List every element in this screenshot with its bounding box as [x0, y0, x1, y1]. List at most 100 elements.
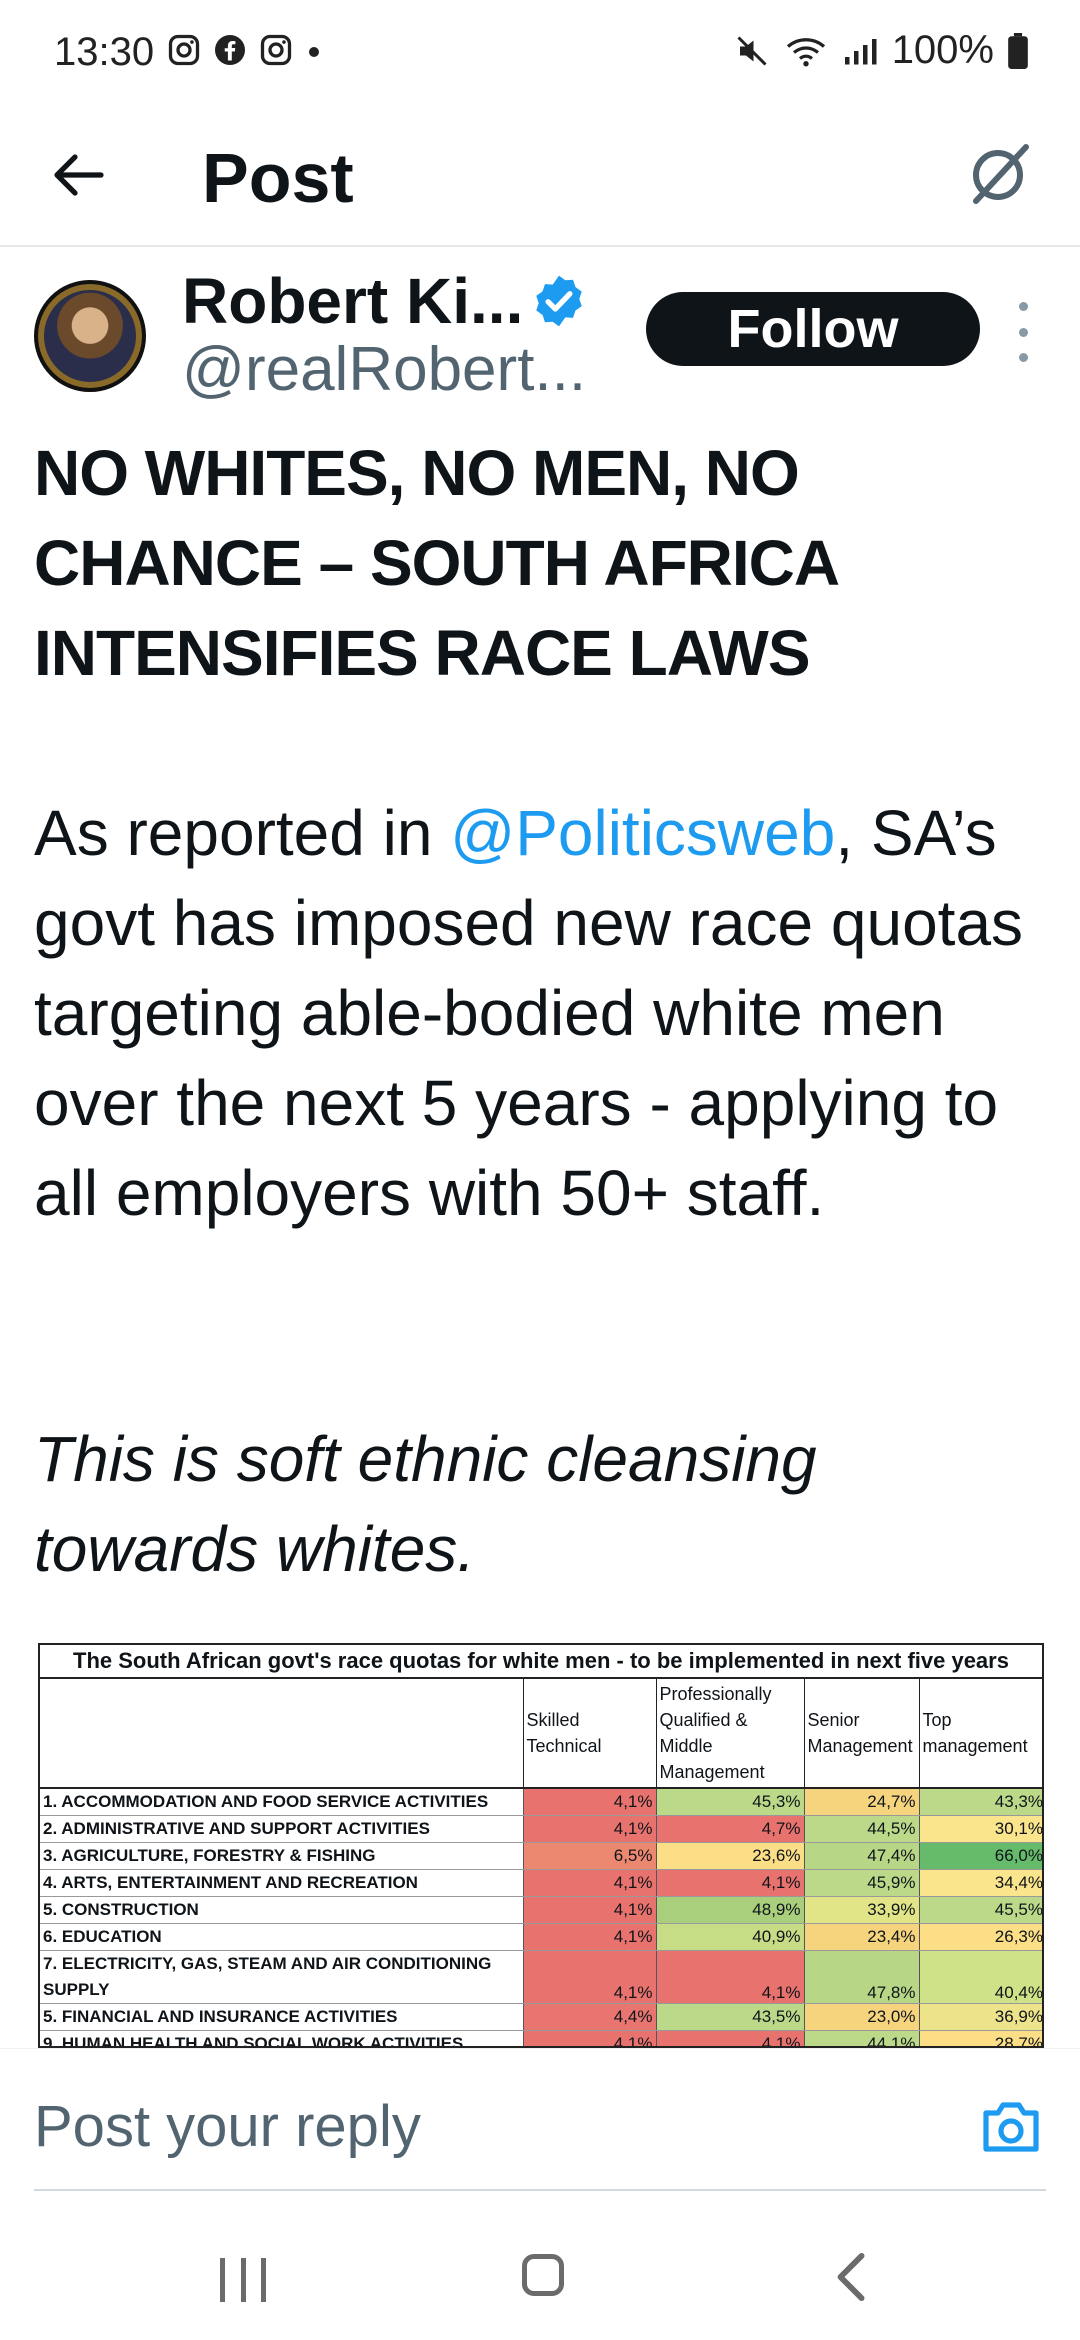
quota-cell: 23,4% — [803, 1923, 919, 1951]
post-header: Post — [0, 110, 1080, 247]
sector-label: 5. FINANCIAL AND INSURANCE ACTIVITIES — [40, 2003, 523, 2031]
quota-cell: 24,7% — [803, 1788, 919, 1816]
sector-label: 1. ACCOMMODATION AND FOOD SERVICE ACTIVI… — [40, 1788, 523, 1816]
author-handle[interactable]: @realRobert... — [182, 334, 586, 405]
sector-label: 9. HUMAN HEALTH AND SOCIAL WORK ACTIVITI… — [40, 2030, 523, 2046]
quota-cell: 40,9% — [655, 1923, 804, 1951]
table-body: 1. ACCOMMODATION AND FOOD SERVICE ACTIVI… — [40, 1788, 1042, 2046]
quota-cell: 4,1% — [522, 2030, 656, 2046]
quota-cell: 26,3% — [918, 1923, 1042, 1951]
status-time: 13:30 — [54, 30, 155, 74]
post-body-text: As reported in — [34, 797, 451, 869]
post-body: As reported in @Politicsweb, SA’s govt h… — [34, 788, 1054, 1238]
column-header: Skilled Technical — [522, 1679, 656, 1788]
mention-link[interactable]: @Politicsweb — [450, 797, 835, 869]
quota-cell: 45,9% — [803, 1869, 919, 1897]
quota-cell: 4,1% — [655, 1869, 804, 1897]
mute-icon — [737, 35, 767, 66]
quota-table: Skilled Technical Professionally Qualifi… — [40, 1679, 1042, 2046]
instagram-icon — [168, 34, 200, 66]
verified-badge-icon — [536, 275, 582, 327]
quota-cell: 47,8% — [803, 1950, 919, 2004]
back-icon[interactable] — [832, 2252, 872, 2302]
post-italic-text: This is soft ethnic cleansing towards wh… — [34, 1423, 817, 1585]
quota-cell: 28,7% — [918, 2030, 1042, 2046]
battery-percentage: 100% — [891, 28, 994, 72]
reply-bar: Post your reply — [0, 2048, 1080, 2191]
quota-cell: 66,0% — [918, 1842, 1042, 1870]
quota-cell: 30,1% — [918, 1815, 1042, 1843]
table-row: 5. CONSTRUCTION 4,1% 48,9% 33,9% 45,5% — [40, 1896, 1042, 1924]
quota-cell: 4,1% — [655, 1950, 804, 2004]
status-system-icons: 100% — [734, 28, 1028, 73]
home-icon[interactable] — [522, 2254, 564, 2296]
quota-cell: 4,1% — [522, 1815, 656, 1843]
quota-cell: 44,5% — [803, 1815, 919, 1843]
quota-cell: 36,9% — [918, 2003, 1042, 2031]
table-row: 6. EDUCATION 4,1% 40,9% 23,4% 26,3% — [40, 1923, 1042, 1951]
column-header: Senior Management — [803, 1679, 919, 1788]
table-header-sector — [40, 1679, 523, 1788]
post-headline: NO WHITES, NO MEN, NO CHANCE – SOUTH AFR… — [34, 437, 838, 689]
back-arrow-icon[interactable] — [44, 140, 114, 210]
table-row: 9. HUMAN HEALTH AND SOCIAL WORK ACTIVITI… — [40, 2030, 1042, 2046]
quota-cell: 6,5% — [522, 1842, 656, 1870]
quota-cell: 45,3% — [655, 1788, 804, 1816]
camera-icon[interactable] — [980, 2099, 1042, 2155]
sector-label: 6. EDUCATION — [40, 1923, 523, 1951]
table-row: 1. ACCOMMODATION AND FOOD SERVICE ACTIVI… — [40, 1788, 1042, 1816]
table-title: The South African govt's race quotas for… — [40, 1645, 1042, 1679]
more-options-icon[interactable] — [1008, 302, 1038, 362]
wifi-icon — [786, 37, 825, 66]
quota-cell: 34,4% — [918, 1869, 1042, 1897]
table-row: 7. ELECTRICITY, GAS, STEAM AND AIR CONDI… — [40, 1950, 1042, 2004]
quota-cell: 4,1% — [522, 1950, 656, 2004]
grok-icon[interactable] — [960, 134, 1040, 214]
post-image-table[interactable]: The South African govt's race quotas for… — [38, 1643, 1044, 2048]
author-name[interactable]: Robert Ki... — [182, 264, 523, 338]
battery-icon — [1008, 32, 1028, 69]
status-notification-icons — [166, 32, 324, 68]
quota-cell: 48,9% — [655, 1896, 804, 1924]
quota-cell: 45,5% — [918, 1896, 1042, 1924]
sector-label: 2. ADMINISTRATIVE AND SUPPORT ACTIVITIES — [40, 1815, 523, 1843]
avatar[interactable] — [34, 280, 146, 392]
reply-input[interactable]: Post your reply — [34, 2093, 421, 2160]
instagram-icon — [260, 34, 292, 66]
quota-cell: 4,1% — [522, 1788, 656, 1816]
quota-cell: 4,1% — [655, 2030, 804, 2046]
quota-cell: 4,1% — [522, 1869, 656, 1897]
sector-label: 3. AGRICULTURE, FORESTRY & FISHING — [40, 1842, 523, 1870]
signal-icon — [844, 38, 877, 64]
quota-cell: 43,3% — [918, 1788, 1042, 1816]
reply-divider — [34, 2189, 1046, 2191]
system-nav-bar — [0, 2192, 1080, 2340]
quota-cell: 33,9% — [803, 1896, 919, 1924]
quota-cell: 23,6% — [655, 1842, 804, 1870]
sector-label: 7. ELECTRICITY, GAS, STEAM AND AIR CONDI… — [40, 1950, 523, 2004]
table-row: 2. ADMINISTRATIVE AND SUPPORT ACTIVITIES… — [40, 1815, 1042, 1843]
table-row: 4. ARTS, ENTERTAINMENT AND RECREATION 4,1… — [40, 1869, 1042, 1897]
column-header: Professionally Qualified & Middle Manage… — [655, 1679, 804, 1788]
quota-cell: 43,5% — [655, 2003, 804, 2031]
status-bar: 13:30 100% — [0, 0, 1080, 110]
table-row: 5. FINANCIAL AND INSURANCE ACTIVITIES 4,4… — [40, 2003, 1042, 2031]
quota-cell: 4,1% — [522, 1896, 656, 1924]
notification-dot-icon — [309, 47, 319, 57]
quota-cell: 4,1% — [522, 1923, 656, 1951]
sector-label: 5. CONSTRUCTION — [40, 1896, 523, 1924]
author-row: Robert Ki... @realRobert... Follow — [0, 258, 1080, 408]
table-header-row: Skilled Technical Professionally Qualifi… — [40, 1679, 1042, 1788]
quota-cell: 23,0% — [803, 2003, 919, 2031]
recents-icon[interactable] — [220, 2258, 266, 2302]
quota-cell: 40,4% — [918, 1950, 1042, 2004]
quota-cell: 47,4% — [803, 1842, 919, 1870]
quota-cell: 44,1% — [803, 2030, 919, 2046]
follow-button[interactable]: Follow — [646, 292, 980, 366]
facebook-icon — [215, 35, 245, 65]
quota-cell: 4,4% — [522, 2003, 656, 2031]
sector-label: 4. ARTS, ENTERTAINMENT AND RECREATION — [40, 1869, 523, 1897]
quota-cell: 4,7% — [655, 1815, 804, 1843]
page-title: Post — [202, 139, 354, 217]
table-row: 3. AGRICULTURE, FORESTRY & FISHING 6,5% 23… — [40, 1842, 1042, 1870]
